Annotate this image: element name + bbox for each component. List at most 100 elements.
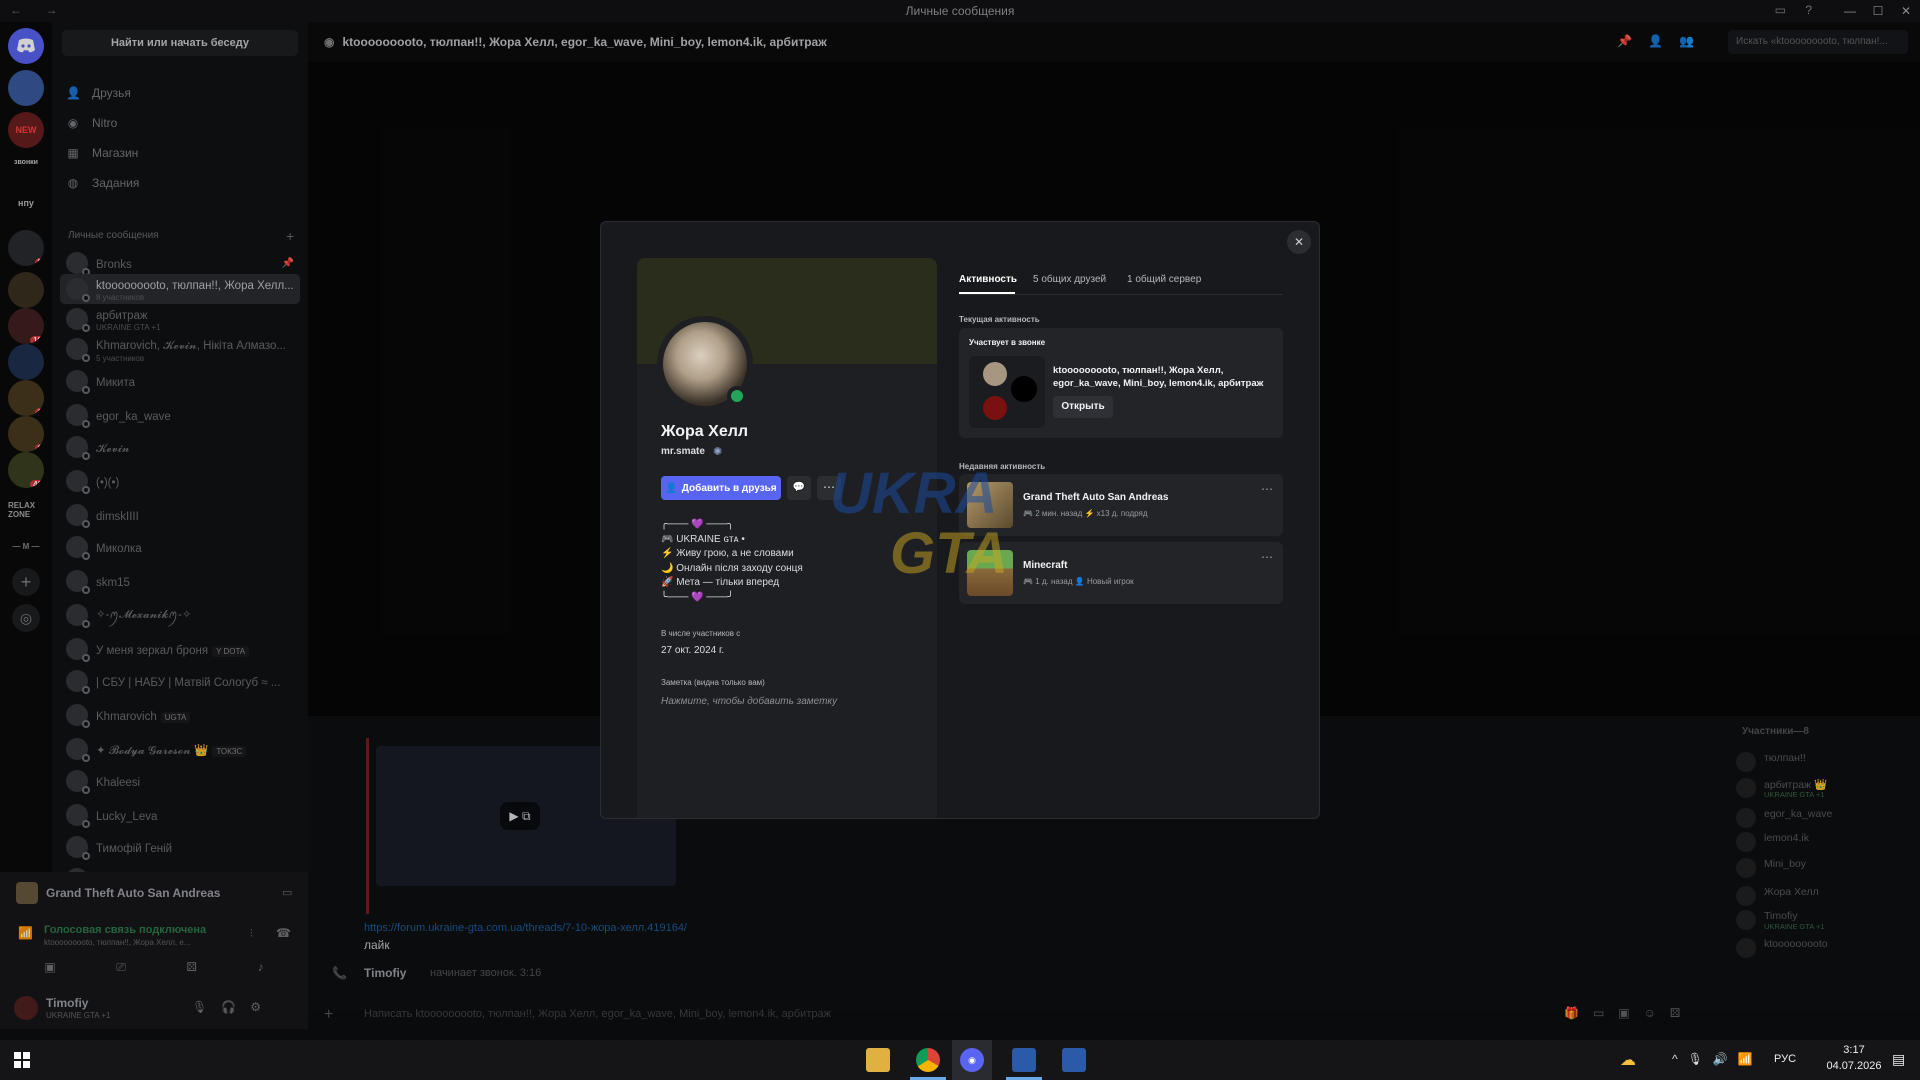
nav-nitro[interactable]: ◉ Nitro	[66, 110, 118, 136]
call-user[interactable]: Timofiy	[364, 966, 406, 980]
attach-icon[interactable]: +	[324, 1006, 333, 1024]
dm-item[interactable]: ✧-ꪑ𝓜𝓮𝔁𝓪𝓷𝓲𝓴ꪑ-✧	[60, 600, 300, 630]
chevron-up-icon[interactable]: ^	[1672, 1052, 1688, 1066]
server-icon[interactable]	[8, 272, 44, 308]
dm-item[interactable]: Lucky_Leva	[60, 800, 300, 830]
close-window-icon[interactable]: ✕	[1892, 0, 1920, 22]
chat-search-input[interactable]: Искать «ktooooooooto, тюлпан!...	[1728, 30, 1908, 54]
badge-icon[interactable]: ✺	[713, 445, 722, 458]
close-icon[interactable]: ✕	[1287, 230, 1311, 254]
username[interactable]: Timofiy	[46, 996, 88, 1010]
soundboard-icon[interactable]: ♪	[258, 960, 264, 984]
nav-friends[interactable]: 👤 Друзья	[66, 80, 131, 106]
user-avatar[interactable]	[14, 996, 38, 1020]
server-icon[interactable]: NEW	[8, 112, 44, 148]
back-forward-icons[interactable]: ← →	[10, 3, 67, 17]
tray-icons[interactable]: ^🎙🔊📶	[1672, 1052, 1763, 1066]
server-icon[interactable]	[8, 70, 44, 106]
screenshare-icon[interactable]: ⎚	[116, 960, 126, 984]
tab-mutual-servers[interactable]: 1 общий сервер	[1127, 274, 1201, 285]
headphones-icon[interactable]: 🎧	[221, 1000, 250, 1014]
dm-item[interactable]: арбитраж UKRAINE GTA +1	[60, 304, 300, 334]
message-icon[interactable]: 💬	[787, 476, 811, 500]
server-icon[interactable]: — M —	[8, 528, 44, 564]
gif-icon[interactable]: ▭	[1593, 1006, 1618, 1020]
app-taskbar-icon[interactable]	[1012, 1048, 1036, 1072]
discord-home-icon[interactable]	[8, 28, 44, 64]
emoji-icon[interactable]: ☺	[1644, 1006, 1670, 1020]
recent-activity-card[interactable]: Minecraft 🎮 1 д. назад 👤 Новый игрок ⋯	[959, 542, 1283, 604]
server-folder-label[interactable]: нпу	[8, 194, 44, 212]
add-server-icon[interactable]: +	[12, 568, 40, 596]
dm-search-input[interactable]: Найти или начать беседу	[62, 30, 298, 56]
dm-item[interactable]: Khmarovich UGTA	[60, 700, 300, 730]
mic-tray-icon[interactable]: 🎙	[1688, 1052, 1713, 1066]
clock-time[interactable]: 3:17	[1822, 1044, 1886, 1056]
dm-item[interactable]: ktooooooooto, тюлпан!!, Жора Хелл... 8 уч…	[60, 274, 300, 304]
tab-mutual-friends[interactable]: 5 общих друзей	[1033, 274, 1106, 285]
profile-avatar[interactable]	[657, 316, 753, 412]
more-icon[interactable]: ⋯	[817, 476, 841, 500]
server-icon[interactable]: 10	[8, 308, 44, 344]
activity-name[interactable]: Grand Theft Auto San Andreas	[46, 886, 220, 900]
settings-icon[interactable]: ⚙	[250, 1000, 275, 1014]
clock-date[interactable]: 04.07.2026	[1822, 1060, 1886, 1072]
pin-icon[interactable]: 📌	[1617, 34, 1648, 48]
note-input[interactable]: Нажмите, чтобы добавить заметку	[661, 696, 837, 707]
add-member-icon[interactable]: 👤	[1648, 34, 1679, 48]
dm-item[interactable]: Khaleesi	[60, 766, 300, 796]
network-icon[interactable]: 📶	[1738, 1052, 1763, 1066]
dm-item[interactable]: (•)(•)	[60, 466, 300, 496]
start-icon[interactable]	[14, 1052, 30, 1068]
member-item[interactable]: тюлпан!!	[1736, 750, 1916, 774]
nav-shop[interactable]: ▦ Магазин	[66, 140, 138, 166]
member-item[interactable]: Mini_boy	[1736, 856, 1916, 880]
dm-item[interactable]: Миколка	[60, 532, 300, 562]
member-item[interactable]: ktooooooooto	[1736, 936, 1916, 960]
server-icon[interactable]: RELAX ZONE	[8, 492, 44, 528]
more-icon[interactable]: ⋯	[1261, 550, 1273, 564]
weather-icon[interactable]: ☁	[1620, 1050, 1636, 1070]
message-link[interactable]: https://forum.ukraine-gta.com.ua/threads…	[364, 922, 687, 934]
discord-taskbar-icon[interactable]: ◉	[960, 1048, 984, 1072]
pin-icon[interactable]: 📌	[282, 258, 294, 269]
profile-username[interactable]: mr.smate	[661, 446, 705, 457]
dm-item[interactable]: skm15	[60, 566, 300, 596]
inbox-help-icons[interactable]: ▭ ?	[1775, 3, 1820, 17]
dm-item[interactable]: | СБУ | НАБУ | Матвій Сологуб ≈ ...	[60, 666, 300, 696]
server-icon[interactable]	[8, 344, 44, 380]
activity-icon[interactable]: ▭	[282, 886, 292, 899]
explore-icon[interactable]: ◎	[12, 604, 40, 632]
dm-item[interactable]: Тимофій Геній	[60, 832, 300, 862]
member-item[interactable]: Timofiy UKRAINE GTA +1	[1736, 908, 1916, 932]
server-icon[interactable]: 41	[8, 452, 44, 488]
add-friend-button[interactable]: 👤 Добавить в друзья	[661, 476, 781, 500]
user-controls[interactable]: 🎙🎧⚙	[192, 1000, 275, 1014]
dm-item[interactable]: 𝓚𝓮𝓿𝓲𝓷	[60, 432, 300, 462]
open-call-button[interactable]: Открыть	[1053, 396, 1113, 418]
language-indicator[interactable]: РУС	[1774, 1053, 1796, 1065]
more-icon[interactable]: ⋯	[1261, 482, 1273, 496]
voice-channel[interactable]: ktooooooooto, тюлпан!!, Жора Хелл, e...	[44, 938, 190, 947]
server-folder-label[interactable]: звонки	[8, 154, 44, 170]
member-item[interactable]: Жора Хелл	[1736, 884, 1916, 908]
members-icon[interactable]: 👥	[1679, 34, 1710, 48]
noise-icon[interactable]: ⫶	[250, 928, 253, 941]
recent-activity-card[interactable]: Grand Theft Auto San Andreas 🎮 2 мин. на…	[959, 474, 1283, 536]
volume-icon[interactable]: 🔊	[1713, 1052, 1738, 1066]
server-icon[interactable]: 8	[8, 230, 44, 266]
dm-item[interactable]: У меня зеркал броня Y DOTA	[60, 634, 300, 664]
tab-activity[interactable]: Активность	[959, 274, 1017, 285]
member-item[interactable]: egor_ka_wave	[1736, 806, 1916, 830]
dm-item[interactable]: Микита	[60, 366, 300, 396]
maximize-icon[interactable]: ☐	[1864, 0, 1892, 22]
nav-quests[interactable]: ◍ Задания	[66, 170, 140, 196]
activities-icon[interactable]: ⚄	[187, 960, 197, 984]
app-taskbar-icon[interactable]	[1062, 1048, 1086, 1072]
dm-item[interactable]: egor_ka_wave	[60, 400, 300, 430]
member-item[interactable]: арбитраж 👑 UKRAINE GTA +1	[1736, 776, 1916, 800]
disconnect-icon[interactable]: ☎	[276, 926, 291, 940]
create-dm-icon[interactable]: +	[286, 228, 294, 244]
dm-item[interactable]: ✦ 𝓑𝓸𝓭𝔂𝓪 𝓖𝓪𝓻𝓮𝓼𝓸𝓷 👑 ТОКЗС	[60, 734, 300, 764]
header-icons[interactable]: 📌👤👥	[1617, 34, 1710, 48]
